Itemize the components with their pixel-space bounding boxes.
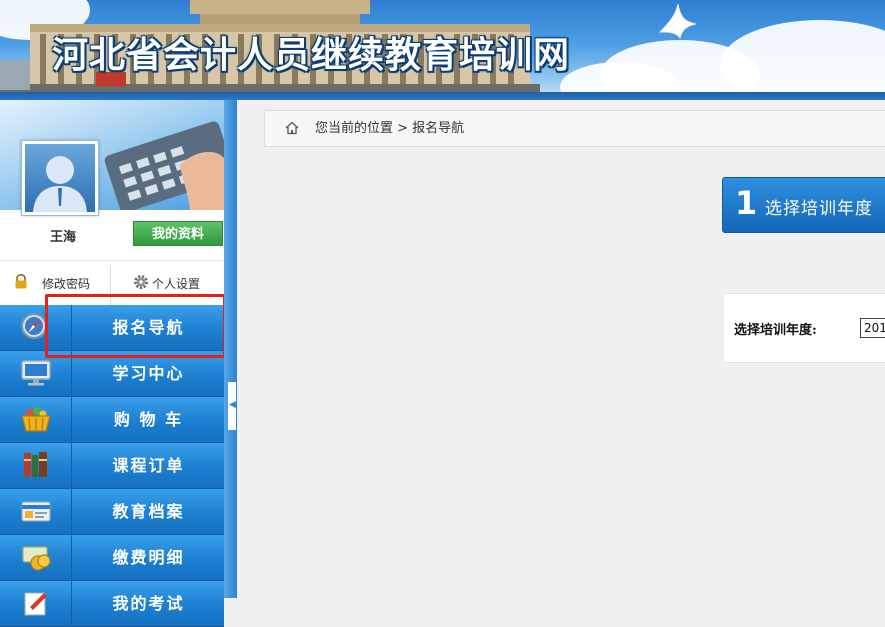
utility-divider [110, 265, 111, 305]
nav-item-my-exams[interactable]: 我的考试 [0, 581, 224, 627]
banner-cloud [720, 20, 885, 96]
nav-icon-cell [0, 489, 72, 534]
nav-label: 教育档案 [112, 502, 185, 521]
nav-item-course-orders[interactable]: 课程订单 [0, 443, 224, 489]
gear-icon [134, 275, 148, 289]
nav-item-learning-center[interactable]: 学习中心 [0, 351, 224, 397]
id-card-icon [21, 501, 51, 522]
change-password-label: 修改密码 [42, 277, 91, 291]
step-number: 1 [735, 184, 758, 222]
chevron-left-icon: ◀ [229, 400, 236, 410]
nav-label: 报名导航 [112, 318, 185, 337]
nav-item-registration-guide[interactable]: 报名导航 [0, 305, 224, 351]
shopping-basket-icon [21, 407, 51, 432]
my-profile-button[interactable]: 我的资料 [133, 221, 223, 246]
left-sidebar: 王海 我的资料 修改密码 个人设置 报名导航 学习中心 购 物 车 课程订单 教… [0, 100, 224, 627]
monitor-icon [21, 360, 51, 386]
account-utilities: 修改密码 个人设置 [0, 260, 224, 305]
nav-item-payment-details[interactable]: 缴费明细 [0, 535, 224, 581]
nav-icon-cell [0, 351, 72, 396]
user-name: 王海 [49, 230, 76, 245]
main-content: 您当前的位置 > 报名导航 1 选择培训年度 选择培训年度: 2017 [237, 100, 885, 598]
nav-label: 课程订单 [112, 456, 185, 475]
nav-item-shopping-cart[interactable]: 购 物 车 [0, 397, 224, 443]
nav-label: 购 物 车 [113, 410, 184, 429]
site-banner: 河北省会计人员继续教育培训网 [0, 0, 885, 96]
year-selection-panel: 选择培训年度: 2017 [724, 293, 885, 363]
nav-label: 学习中心 [112, 364, 185, 383]
step-title: 选择培训年度 [765, 199, 873, 219]
home-icon[interactable] [285, 121, 299, 135]
step-indicator: 1 选择培训年度 [722, 177, 885, 233]
books-icon [24, 452, 47, 477]
exam-icon [24, 592, 47, 616]
calculator-illustration [104, 121, 224, 210]
user-silhouette-icon [33, 156, 87, 212]
compass-icon [21, 313, 47, 339]
avatar [21, 140, 99, 216]
training-year-select[interactable]: 2017 [860, 318, 885, 338]
nav-label: 我的考试 [112, 594, 185, 613]
nav-icon-cell [0, 305, 72, 350]
breadcrumb: 您当前的位置 > 报名导航 [264, 110, 885, 147]
year-select-label: 选择培训年度: [734, 323, 817, 338]
nav-label: 缴费明细 [112, 548, 185, 567]
nav-icon-cell [0, 397, 72, 442]
site-title: 河北省会计人员继续教育培训网 [52, 35, 571, 76]
nav-icon-cell [0, 535, 72, 580]
nav-icon-cell [0, 443, 72, 488]
nav-item-education-records[interactable]: 教育档案 [0, 489, 224, 535]
lock-icon [15, 274, 27, 289]
banner-divider [0, 92, 885, 100]
sidebar-splitter [224, 100, 237, 598]
dove-icon [658, 3, 697, 40]
coins-icon [22, 546, 51, 571]
main-nav: 报名导航 学习中心 购 物 车 课程订单 教育档案 缴费明细 我的考试 [0, 305, 224, 627]
nav-icon-cell [0, 581, 72, 626]
personal-settings-label: 个人设置 [152, 277, 201, 291]
breadcrumb-text: 您当前的位置 > 报名导航 [315, 121, 465, 136]
collapse-sidebar-handle[interactable]: ◀ [228, 382, 236, 430]
